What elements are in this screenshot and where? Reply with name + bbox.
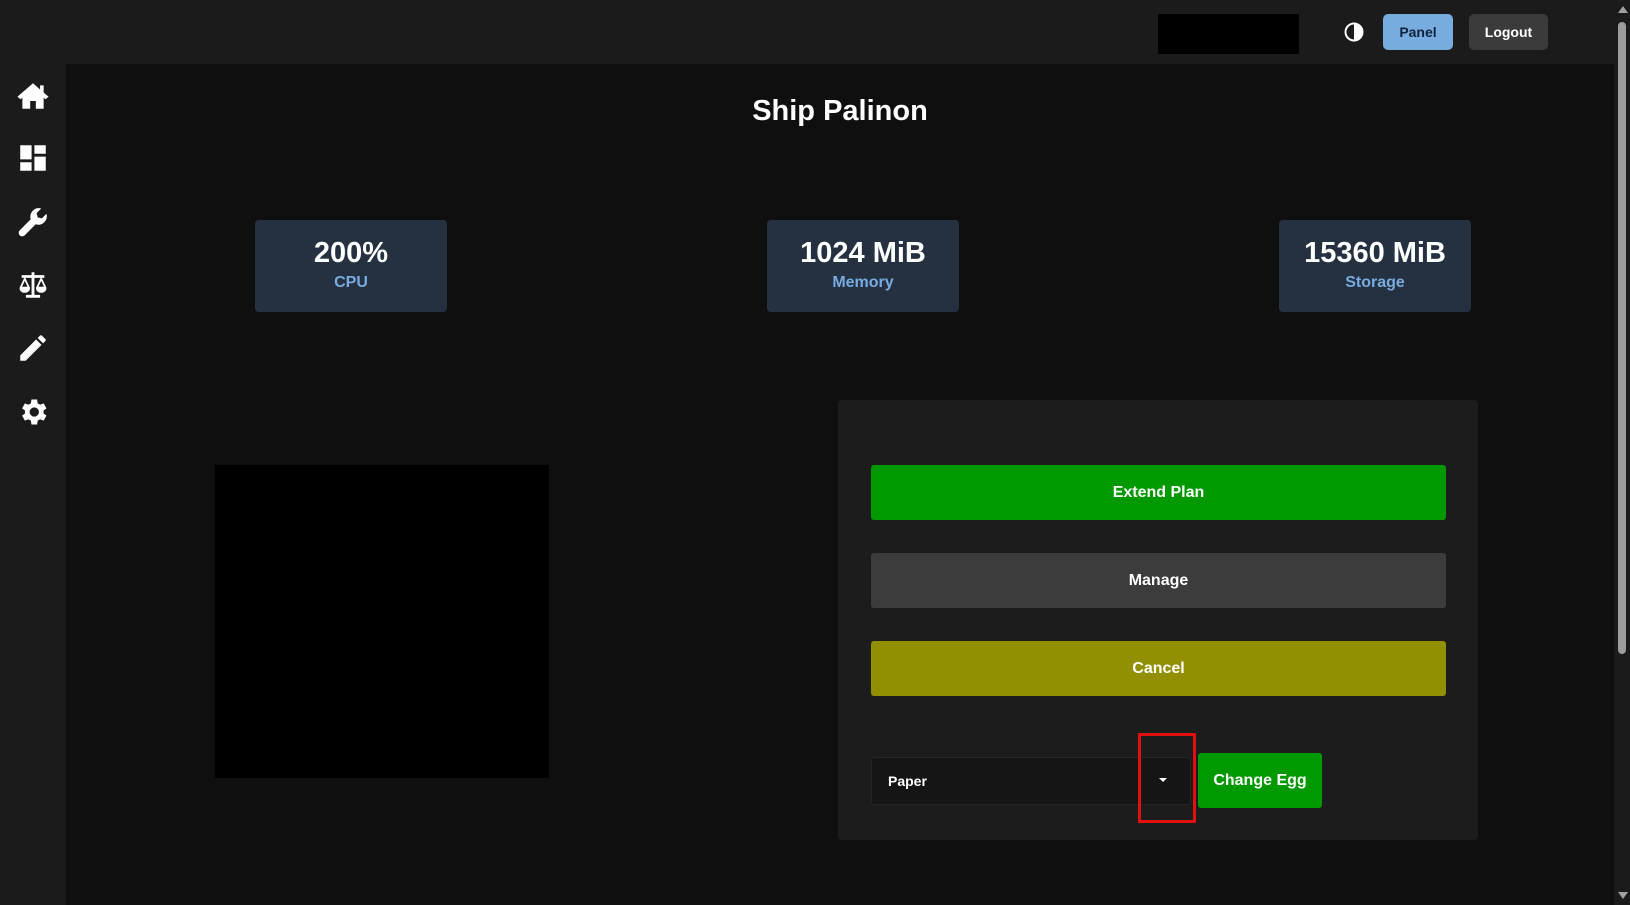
dashboard-icon[interactable]: [15, 140, 51, 176]
contrast-icon[interactable]: [1344, 22, 1364, 42]
home-icon[interactable]: [15, 78, 51, 114]
manage-button[interactable]: Manage: [871, 553, 1446, 608]
chevron-down-icon[interactable]: [1159, 778, 1167, 782]
scroll-down-arrow[interactable]: [1618, 892, 1628, 899]
gear-icon[interactable]: [15, 394, 51, 430]
memory-stat-card: 1024 MiB Memory: [767, 220, 959, 312]
wrench-icon[interactable]: [15, 204, 51, 240]
egg-selected-value: Paper: [888, 773, 927, 789]
logout-button[interactable]: Logout: [1469, 14, 1548, 50]
cpu-label: CPU: [334, 274, 368, 291]
storage-stat-card: 15360 MiB Storage: [1279, 220, 1471, 312]
extend-plan-button[interactable]: Extend Plan: [871, 465, 1446, 520]
page-scrollbar[interactable]: [1614, 0, 1630, 905]
memory-value: 1024 MiB: [800, 237, 926, 269]
scroll-thumb[interactable]: [1618, 22, 1626, 654]
sidebar: [0, 64, 66, 905]
actions-panel: Extend Plan Manage Cancel Paper Change E…: [838, 400, 1478, 840]
page-title: Ship Palinon: [752, 95, 928, 127]
memory-label: Memory: [832, 274, 894, 291]
cpu-stat-card: 200% CPU: [255, 220, 447, 312]
scale-icon[interactable]: [15, 267, 51, 303]
scroll-up-arrow[interactable]: [1618, 6, 1628, 13]
egg-select[interactable]: Paper: [871, 757, 1191, 805]
change-egg-button[interactable]: Change Egg: [1198, 753, 1322, 808]
top-bar: Panel Logout: [0, 0, 1614, 64]
cpu-value: 200%: [313, 237, 389, 269]
pencil-icon[interactable]: [15, 330, 51, 366]
storage-label: Storage: [1345, 274, 1405, 291]
storage-value: 15360 MiB: [1304, 237, 1446, 269]
redacted-image: [215, 465, 549, 778]
cancel-button[interactable]: Cancel: [871, 641, 1446, 696]
redacted-area: [1158, 14, 1299, 54]
panel-button[interactable]: Panel: [1383, 14, 1453, 50]
